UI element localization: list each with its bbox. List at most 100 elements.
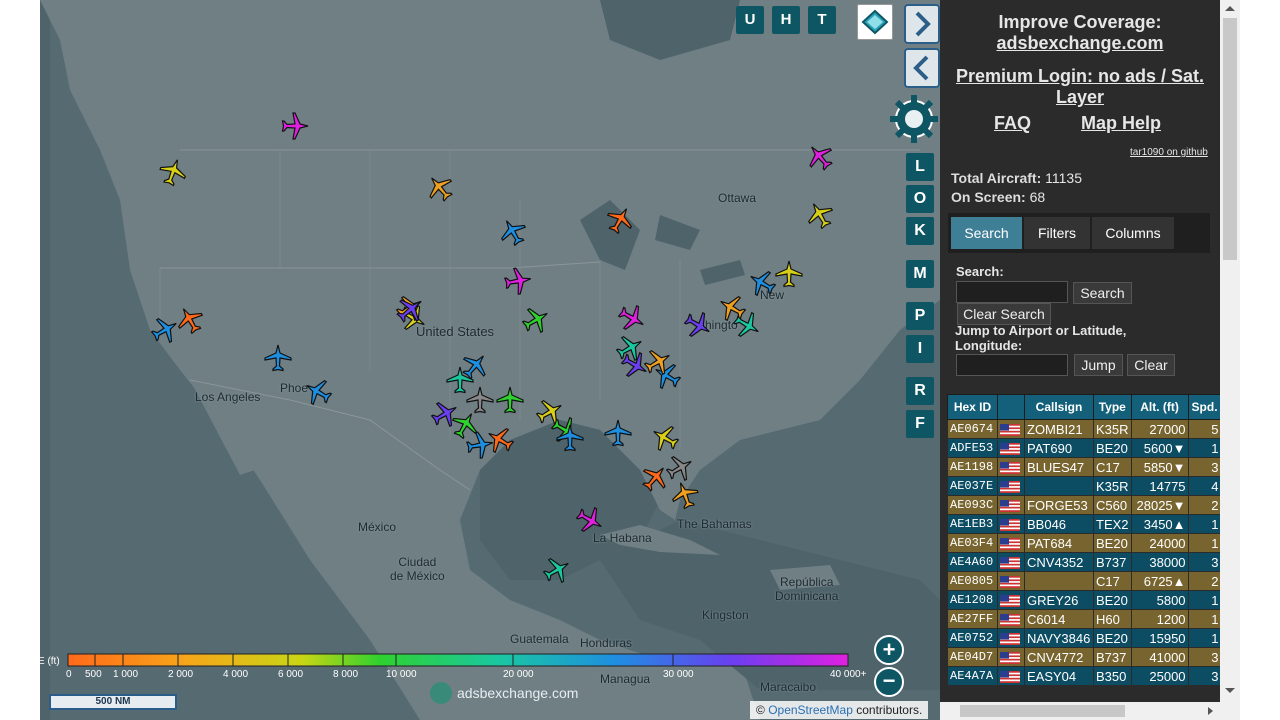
- table-row[interactable]: AE1208 GREY26 BE20 5800 1: [947, 590, 1222, 610]
- city-label-ottawa: Ottawa: [718, 191, 757, 205]
- aircraft-icon[interactable]: [603, 418, 633, 448]
- map-attribution: © OpenStreetMap contributors.: [750, 701, 929, 719]
- table-row[interactable]: AE1198 BLUES47 C17 5850▼ 3: [947, 457, 1222, 477]
- city-label-managua: Managua: [600, 672, 651, 686]
- horizontal-scrollbar[interactable]: [940, 702, 1222, 720]
- hscroll-right-arrow[interactable]: [1208, 707, 1213, 715]
- toggle-p-button[interactable]: P: [906, 302, 934, 330]
- clear-jump-button[interactable]: Clear: [1127, 354, 1175, 376]
- cell-hex-id: AE0752: [947, 628, 998, 648]
- city-label-los-angeles: Los Angeles: [195, 390, 261, 404]
- logo-icon: [430, 682, 452, 704]
- toggle-m-button[interactable]: M: [906, 260, 934, 288]
- table-row[interactable]: ADFE53 PAT690 BE20 5600▼ 1: [947, 438, 1222, 458]
- cell-flag: [997, 514, 1025, 534]
- toggle-i-button[interactable]: I: [906, 335, 934, 363]
- cell-callsign: NAVY3846: [1024, 628, 1094, 648]
- search-label: Search:: [956, 264, 1004, 279]
- table-row[interactable]: AE1EB3 BB046 TEX2 3450▲ 1: [947, 514, 1222, 534]
- settings-button[interactable]: [888, 93, 940, 145]
- toggle-r-button[interactable]: R: [906, 377, 934, 405]
- us-flag-icon: [1000, 538, 1020, 551]
- collapse-panel-button[interactable]: [904, 48, 940, 88]
- column-header-speed[interactable]: Spd.: [1187, 394, 1222, 420]
- table-row[interactable]: AE03F4 PAT684 BE20 24000 1: [947, 533, 1222, 553]
- aircraft-icon[interactable]: [555, 423, 585, 453]
- cell-speed: 1: [1187, 590, 1222, 610]
- cell-callsign: GREY26: [1024, 590, 1094, 610]
- toggle-l-button[interactable]: L: [906, 153, 934, 181]
- legend-tick-label: 20 000: [503, 669, 534, 680]
- scroll-thumb[interactable]: [1223, 18, 1237, 260]
- aircraft-icon[interactable]: [445, 365, 475, 395]
- table-row[interactable]: AE0752 NAVY3846 BE20 15950 1: [947, 628, 1222, 648]
- aircraft-icon[interactable]: [495, 385, 525, 415]
- table-row[interactable]: AE037E K35R 14775 4: [947, 476, 1222, 496]
- jump-button[interactable]: Jump: [1074, 354, 1123, 376]
- coverage-link[interactable]: adsbexchange.com: [980, 33, 1180, 54]
- aircraft-icon[interactable]: [280, 111, 310, 141]
- aircraft-icon[interactable]: [263, 343, 293, 373]
- cell-speed: 1: [1187, 438, 1222, 458]
- country-label-mexico: México: [358, 520, 397, 534]
- cell-flag: [997, 571, 1025, 591]
- zoom-out-button[interactable]: −: [874, 667, 904, 697]
- vertical-scrollbar[interactable]: [1220, 0, 1240, 720]
- column-header-hex[interactable]: Hex ID: [947, 394, 998, 420]
- scroll-down-arrow[interactable]: [1225, 688, 1235, 693]
- column-header-callsign[interactable]: Callsign: [1024, 394, 1094, 420]
- jump-label: Jump to Airport or Latitude, Longitude:: [955, 323, 1127, 353]
- city-label-kingston: Kingston: [702, 608, 749, 622]
- zoom-in-button[interactable]: +: [874, 635, 904, 665]
- cell-altitude: 1200: [1130, 609, 1189, 629]
- hscroll-thumb[interactable]: [960, 705, 1125, 717]
- cell-type: C17: [1093, 571, 1132, 591]
- scroll-up-arrow[interactable]: [1225, 6, 1235, 11]
- cell-speed: 5: [1187, 419, 1222, 439]
- aircraft-table: Hex ID Callsign Type Alt. (ft) Spd. AE06…: [947, 394, 1222, 686]
- layers-button[interactable]: [857, 4, 893, 40]
- toggle-o-button[interactable]: O: [906, 185, 934, 213]
- cell-type: BE20: [1093, 590, 1132, 610]
- cell-speed: 4: [1187, 476, 1222, 496]
- cell-altitude: 14775: [1130, 476, 1189, 496]
- tab-columns[interactable]: Columns: [1092, 217, 1174, 249]
- on-screen-label: On Screen:: [951, 189, 1026, 205]
- aircraft-icon[interactable]: [501, 264, 536, 299]
- toggle-h-button[interactable]: H: [772, 6, 800, 34]
- search-input[interactable]: [956, 281, 1068, 303]
- table-row[interactable]: AE4A7A EASY04 B350 25000 3: [947, 666, 1222, 686]
- toggle-t-button[interactable]: T: [808, 6, 836, 34]
- column-header-flag[interactable]: [997, 394, 1025, 420]
- table-row[interactable]: AE0805 C17 6725▲ 2: [947, 571, 1222, 591]
- column-header-altitude[interactable]: Alt. (ft): [1130, 394, 1189, 420]
- us-flag-icon: [1000, 443, 1020, 456]
- aircraft-icon[interactable]: [774, 259, 804, 289]
- cell-flag: [997, 647, 1025, 667]
- tab-filters[interactable]: Filters: [1024, 217, 1090, 249]
- tab-search[interactable]: Search: [951, 217, 1022, 249]
- cell-hex-id: AE4A7A: [947, 666, 998, 686]
- map-view[interactable]: Ottawa United States Los Angeles Phoe Ne…: [40, 0, 940, 720]
- search-button[interactable]: Search: [1073, 282, 1132, 304]
- toggle-u-button[interactable]: U: [736, 6, 764, 34]
- table-row[interactable]: AE4A60 CNV4352 B737 38000 3: [947, 552, 1222, 572]
- clear-search-button[interactable]: Clear Search: [957, 303, 1051, 325]
- table-row[interactable]: AE27FF C6014 H60 1200 1: [947, 609, 1222, 629]
- table-row[interactable]: AE04D7 CNV4772 B737 41000 3: [947, 647, 1222, 667]
- premium-login-link[interactable]: Premium Login: no ads / Sat. Layer: [950, 66, 1210, 108]
- table-row[interactable]: AE093C FORGE53 C560 28025▼ 2: [947, 495, 1222, 515]
- table-row[interactable]: AE0674 ZOMBI21 K35R 27000 5: [947, 419, 1222, 439]
- cell-callsign: [1024, 476, 1094, 496]
- expand-panel-button[interactable]: [904, 4, 940, 44]
- osm-link[interactable]: OpenStreetMap: [768, 703, 853, 717]
- legend-tick-label: 8 000: [333, 669, 359, 680]
- map-help-link[interactable]: Map Help: [1081, 113, 1161, 134]
- faq-link[interactable]: FAQ: [994, 113, 1031, 134]
- toggle-f-button[interactable]: F: [906, 410, 934, 438]
- toggle-k-button[interactable]: K: [906, 217, 934, 245]
- cell-callsign: BLUES47: [1024, 457, 1094, 477]
- github-link[interactable]: tar1090 on github: [1130, 147, 1208, 158]
- column-header-type[interactable]: Type: [1093, 394, 1132, 420]
- jump-input[interactable]: [956, 354, 1068, 376]
